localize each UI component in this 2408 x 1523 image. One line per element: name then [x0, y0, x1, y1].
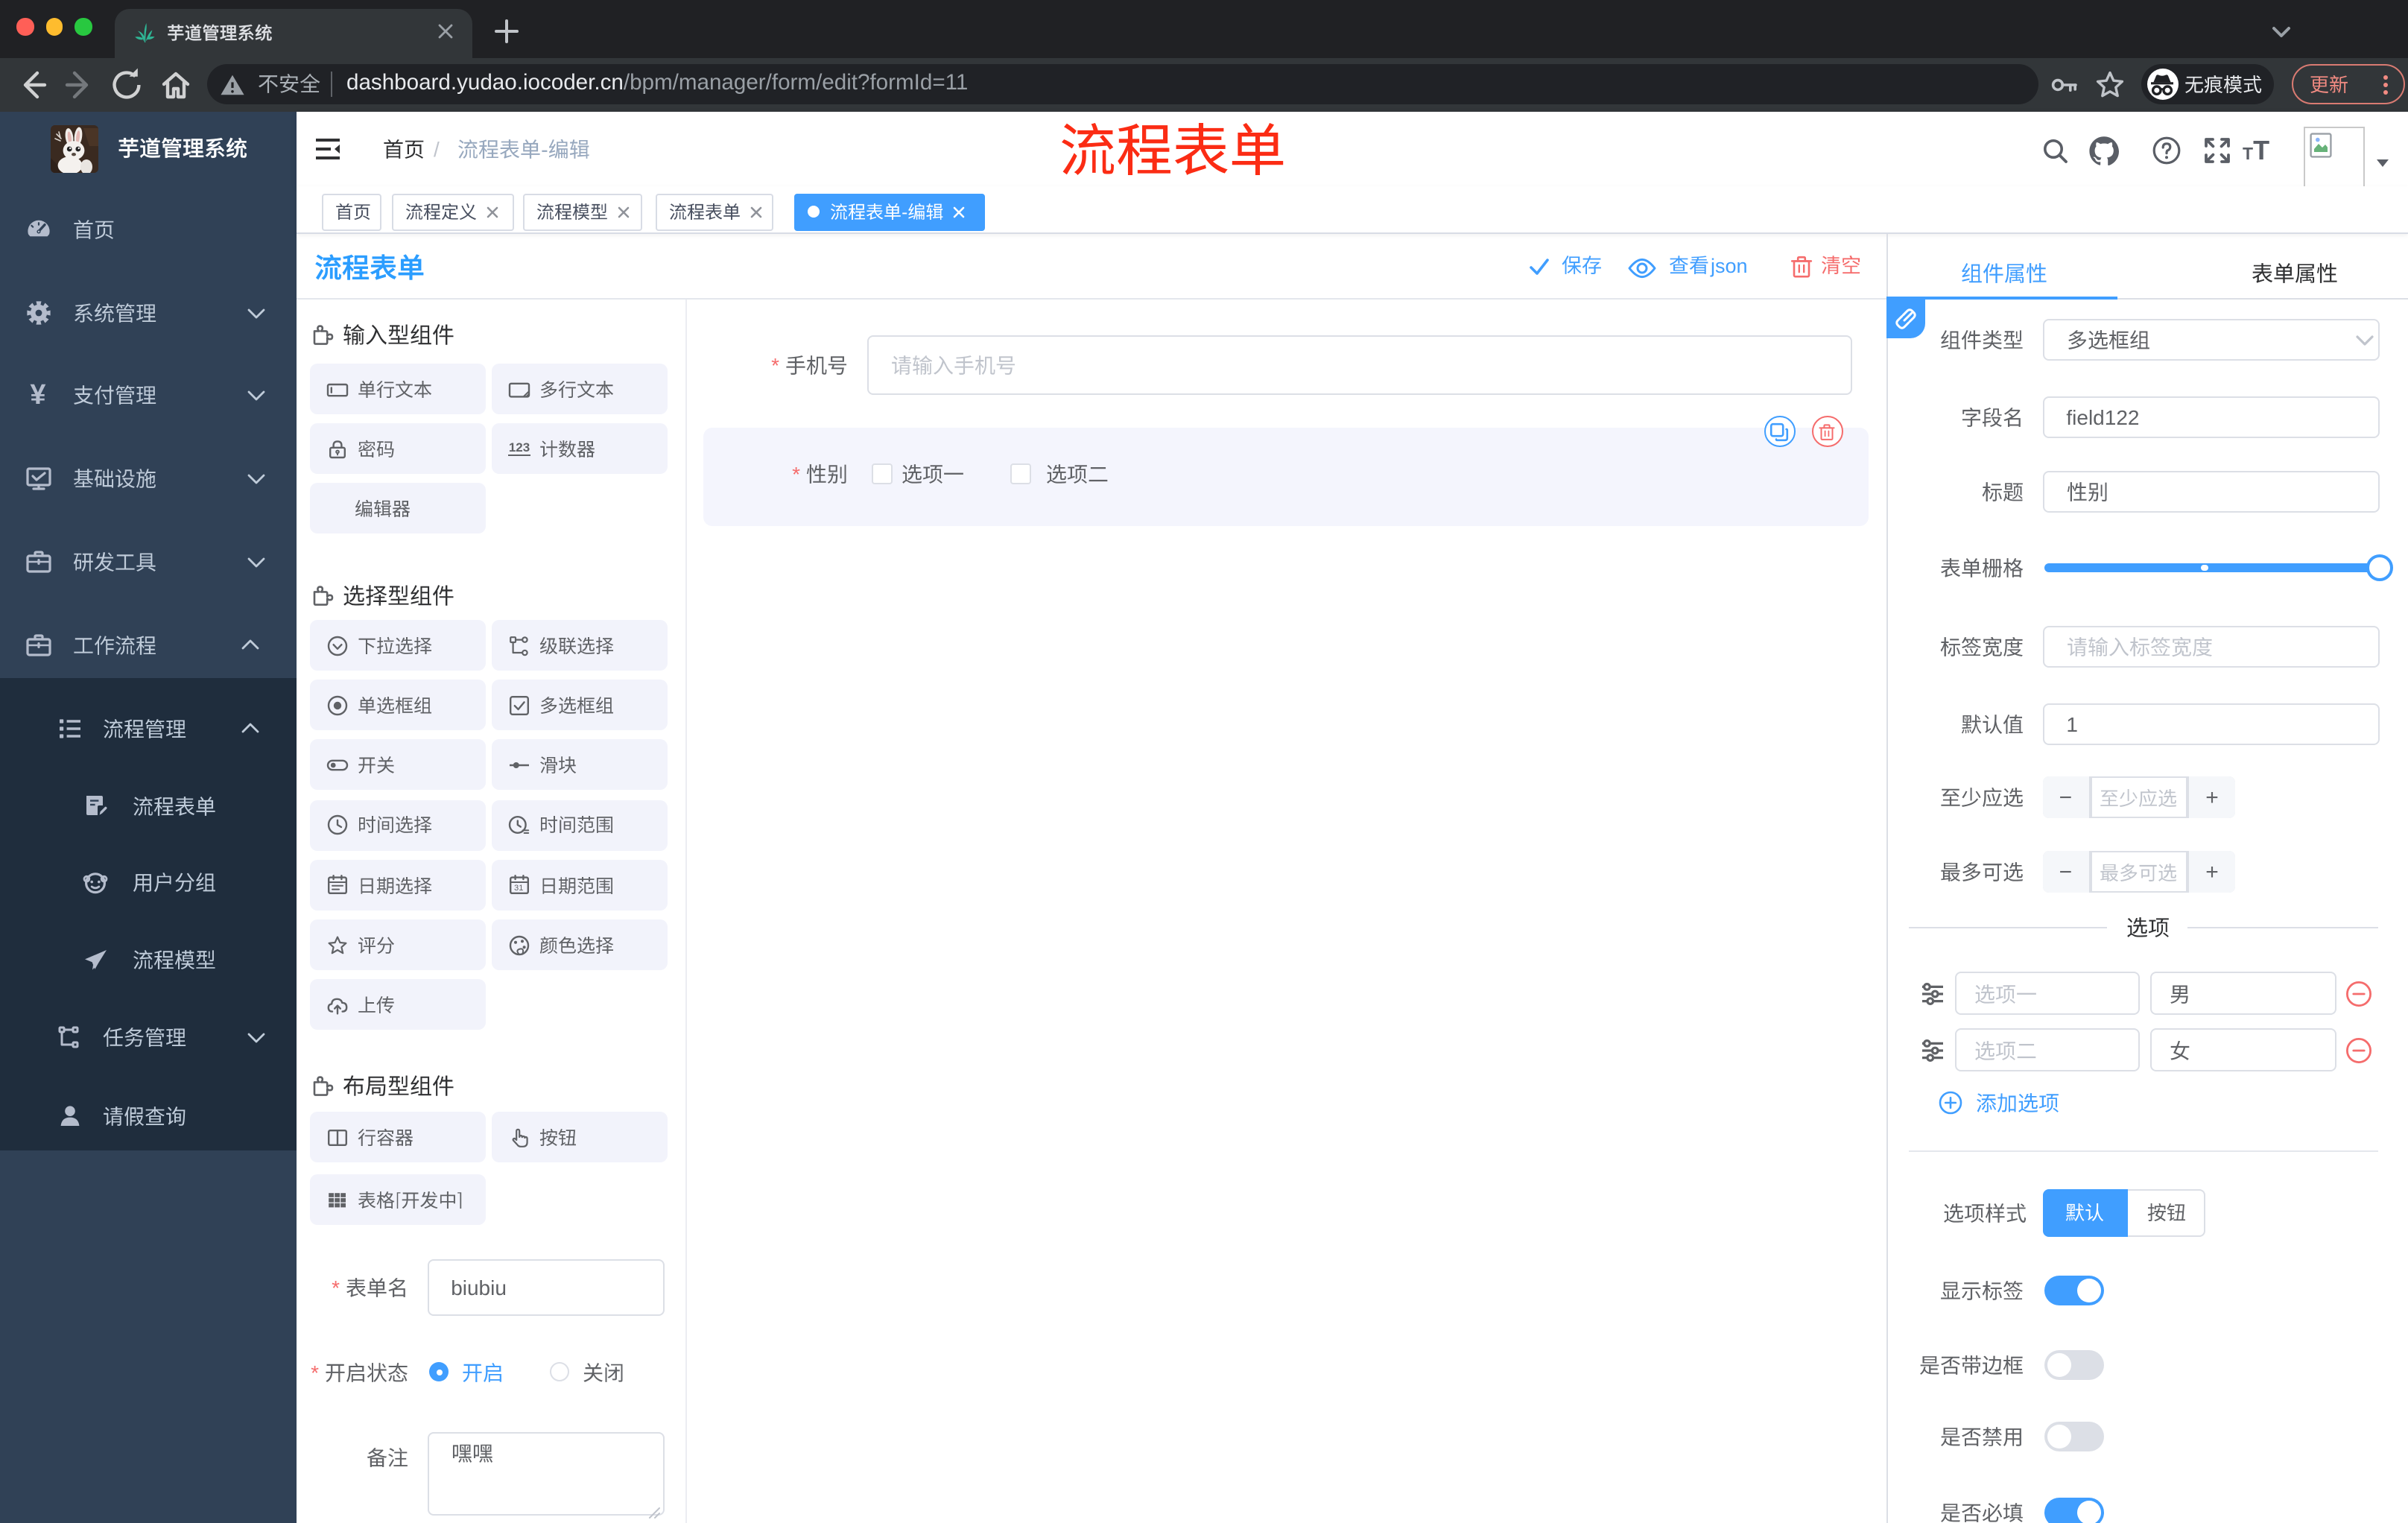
- svg-text:31: 31: [514, 884, 523, 893]
